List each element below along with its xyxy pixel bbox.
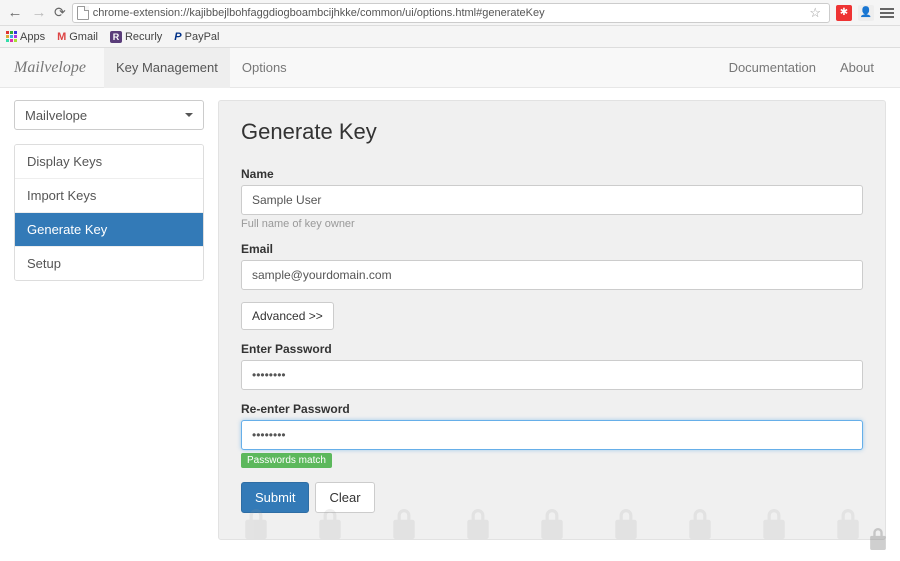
user-icon[interactable]: 👤 <box>858 5 874 21</box>
dropdown-label: Mailvelope <box>25 108 87 123</box>
bookmark-apps[interactable]: Apps <box>6 31 45 43</box>
sidebar-item-generate-key[interactable]: Generate Key <box>15 213 203 247</box>
back-button[interactable]: ← <box>6 4 24 21</box>
gmail-icon: M <box>57 31 66 43</box>
password-confirm-input[interactable] <box>241 420 863 450</box>
bookmark-paypal[interactable]: P PayPal <box>174 31 219 43</box>
name-help-text: Full name of key owner <box>241 218 863 230</box>
recurly-icon: R <box>110 31 122 43</box>
sidebar-item-setup[interactable]: Setup <box>15 247 203 280</box>
address-bar[interactable]: chrome-extension://kajibbejlbohfaggdiogb… <box>72 3 830 23</box>
form-group-password: Enter Password <box>241 342 863 390</box>
form-group-name: Name Full name of key owner <box>241 167 863 230</box>
corner-lock-icon <box>868 528 888 553</box>
brand-logo[interactable]: Mailvelope <box>14 59 86 77</box>
bookmark-gmail[interactable]: M Gmail <box>57 31 98 43</box>
clear-button[interactable]: Clear <box>315 482 374 513</box>
page-title: Generate Key <box>241 119 863 145</box>
app-navbar: Mailvelope Key Management Options Docume… <box>0 48 900 88</box>
reload-button[interactable]: ⟳ <box>54 4 66 21</box>
chevron-down-icon <box>185 113 193 117</box>
password-input[interactable] <box>241 360 863 390</box>
browser-toolbar: ← → ⟳ chrome-extension://kajibbejlbohfag… <box>0 0 900 26</box>
password-confirm-label: Re-enter Password <box>241 402 863 416</box>
nav-about[interactable]: About <box>828 48 886 88</box>
email-input[interactable] <box>241 260 863 290</box>
nav-key-management[interactable]: Key Management <box>104 48 230 88</box>
form-group-email: Email <box>241 242 863 290</box>
passwords-match-badge: Passwords match <box>241 453 332 468</box>
password-label: Enter Password <box>241 342 863 356</box>
content-area: Mailvelope Display Keys Import Keys Gene… <box>0 88 900 540</box>
keyring-dropdown[interactable]: Mailvelope <box>14 100 204 130</box>
name-label: Name <box>241 167 863 181</box>
email-label: Email <box>241 242 863 256</box>
sidebar-list: Display Keys Import Keys Generate Key Se… <box>14 144 204 281</box>
bookmark-star-icon[interactable]: ☆ <box>809 5 821 21</box>
advanced-button[interactable]: Advanced >> <box>241 302 334 330</box>
sidebar-item-import-keys[interactable]: Import Keys <box>15 179 203 213</box>
extension-icon[interactable]: ✱ <box>836 5 852 21</box>
name-input[interactable] <box>241 185 863 215</box>
sidebar: Mailvelope Display Keys Import Keys Gene… <box>14 100 204 540</box>
bookmark-recurly[interactable]: R Recurly <box>110 31 162 43</box>
main-panel: Generate Key Name Full name of key owner… <box>218 100 886 540</box>
apps-icon <box>6 31 17 42</box>
paypal-icon: P <box>174 31 181 43</box>
sidebar-item-display-keys[interactable]: Display Keys <box>15 145 203 179</box>
nav-documentation[interactable]: Documentation <box>717 48 828 88</box>
menu-icon[interactable] <box>880 8 894 18</box>
forward-button[interactable]: → <box>30 4 48 21</box>
button-row: Submit Clear <box>241 482 863 513</box>
bookmark-bar: Apps M Gmail R Recurly P PayPal <box>0 26 900 48</box>
form-group-password-confirm: Re-enter Password Passwords match <box>241 402 863 468</box>
submit-button[interactable]: Submit <box>241 482 309 513</box>
url-text: chrome-extension://kajibbejlbohfaggdiogb… <box>93 7 545 19</box>
page-icon <box>77 6 89 20</box>
nav-options[interactable]: Options <box>230 48 299 88</box>
